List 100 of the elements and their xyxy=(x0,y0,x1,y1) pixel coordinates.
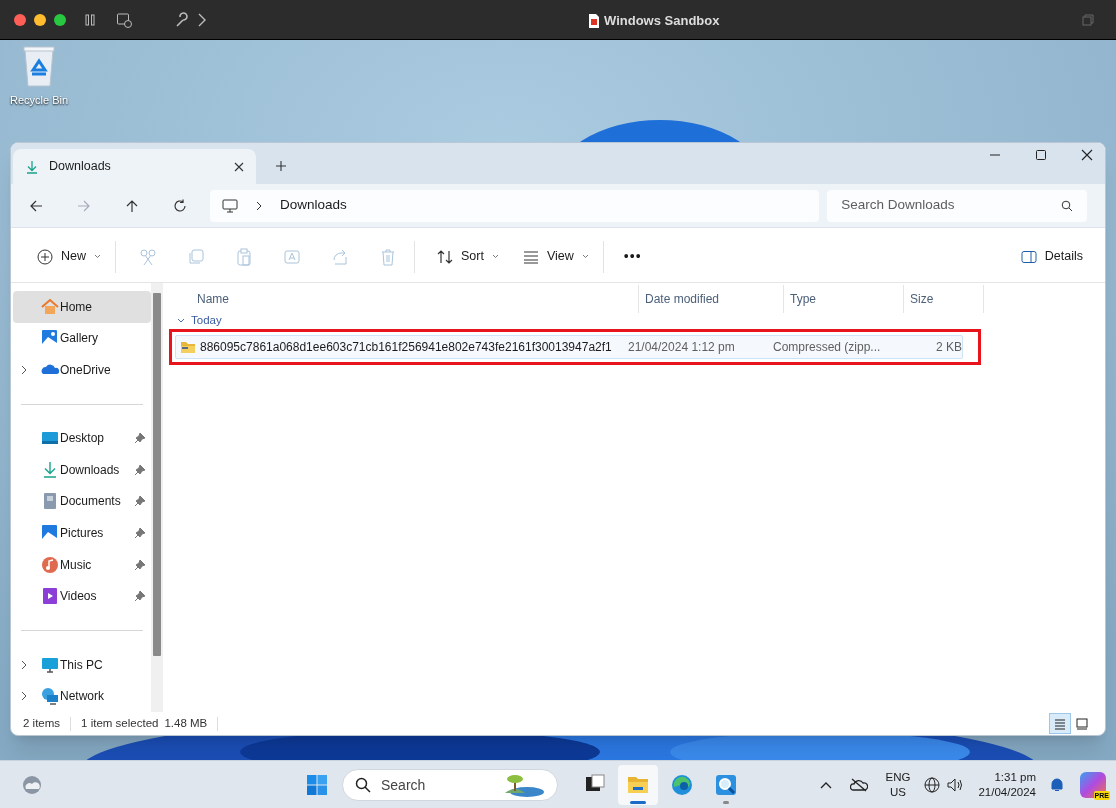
column-header[interactable]: Date modified xyxy=(638,285,783,313)
globe-icon[interactable] xyxy=(924,777,941,793)
column-header[interactable]: Name xyxy=(171,285,638,313)
copy-icon xyxy=(187,247,205,266)
recycle-bin-icon[interactable] xyxy=(21,44,57,88)
status-text: 1 item selected xyxy=(81,715,159,731)
minimize-button[interactable] xyxy=(34,13,46,26)
more-button[interactable]: ••• xyxy=(615,240,650,273)
menu-button[interactable]: View xyxy=(514,240,597,273)
close-button[interactable] xyxy=(14,13,26,26)
download-icon xyxy=(25,159,39,174)
address-bar[interactable]: Downloads xyxy=(210,189,820,222)
chevron-up-icon[interactable] xyxy=(819,781,832,789)
breadcrumb[interactable]: Downloads xyxy=(280,195,347,216)
zip-folder-icon xyxy=(180,340,196,354)
magnifier-icon xyxy=(715,774,737,796)
snapshot-icon[interactable] xyxy=(116,11,132,28)
tab-label: Downloads xyxy=(49,158,112,176)
sidebar-item[interactable]: Desktop xyxy=(13,422,151,455)
zoom-button[interactable] xyxy=(54,13,66,26)
chevron-icon[interactable] xyxy=(21,691,27,702)
search-field[interactable]: Search Downloads xyxy=(827,189,1087,222)
window-title: Windows Sandbox xyxy=(604,12,720,30)
delete-icon xyxy=(379,247,397,266)
sidebar-label: Videos xyxy=(60,588,98,606)
sidebar-label: Network xyxy=(60,688,105,706)
cloud-offline-icon[interactable] xyxy=(849,778,868,792)
scrollbar-thumb[interactable] xyxy=(153,293,161,656)
column-header[interactable]: Type xyxy=(783,285,903,313)
sidebar-label: OneDrive xyxy=(60,361,112,379)
sidebar-item[interactable]: Home xyxy=(13,291,151,323)
video-icon xyxy=(41,587,59,606)
status-text: 1.48 MB xyxy=(164,715,208,731)
caret-icon xyxy=(94,254,101,259)
column-header[interactable]: Size xyxy=(903,285,983,313)
list-icon xyxy=(522,248,539,265)
chevron-icon[interactable] xyxy=(21,659,27,670)
sidebar-label: Downloads xyxy=(60,461,121,479)
speaker-icon[interactable] xyxy=(946,777,965,793)
rename-icon xyxy=(283,247,301,266)
sidebar-item[interactable]: Music xyxy=(13,548,151,581)
menu-button[interactable]: New xyxy=(29,240,109,273)
refresh-icon[interactable] xyxy=(173,198,187,213)
computer-icon xyxy=(222,198,238,213)
gallery-icon xyxy=(41,329,59,348)
sidebar-item[interactable]: Videos xyxy=(13,580,151,612)
search-placeholder: Search Downloads xyxy=(841,196,955,215)
pause-icon[interactable] xyxy=(84,13,96,26)
cut-icon xyxy=(139,247,157,266)
file-row[interactable]: 886095c7861a068d1ee603c71cb161f256941e802e743fe2161f30013947a2f1 21/04/2024 1:12 pm Compressed (zipp... 2 KB xyxy=(175,335,963,359)
pin-icon xyxy=(135,528,145,539)
chevron-icon[interactable] xyxy=(21,364,27,375)
caret-icon xyxy=(581,254,589,259)
weather-icon[interactable] xyxy=(22,775,42,795)
sidebar-item[interactable]: Gallery xyxy=(13,322,151,355)
pin-icon xyxy=(135,559,145,570)
sidebar-label: Gallery xyxy=(60,330,99,348)
sort-icon xyxy=(437,248,453,265)
table-cell-text: 886095c7861a068d1ee603c71cb161f256941e802e743fe2161f30013947a2f1 xyxy=(200,339,612,356)
up-icon[interactable] xyxy=(125,198,139,213)
sidebar-item[interactable]: Network xyxy=(13,680,151,712)
search-icon xyxy=(355,777,371,793)
music-icon xyxy=(41,555,59,574)
home-icon xyxy=(41,297,59,316)
sidebar-item[interactable]: Documents xyxy=(13,485,151,518)
clock[interactable]: 1:31 pm 21/04/2024 xyxy=(978,770,1036,800)
document-icon xyxy=(588,12,600,29)
close-icon[interactable] xyxy=(1081,149,1093,161)
details-button[interactable]: Details xyxy=(1016,240,1087,273)
status-text: 2 items xyxy=(23,715,61,731)
pin-icon xyxy=(135,464,145,475)
browser-icon xyxy=(671,774,693,796)
sidebar-item[interactable]: Pictures xyxy=(13,517,151,549)
back-icon[interactable] xyxy=(29,198,43,213)
search-icon xyxy=(1061,199,1073,212)
search-field[interactable]: Search xyxy=(342,769,558,801)
list-icon xyxy=(1054,717,1066,730)
language-indicator[interactable]: ENG US xyxy=(885,770,911,800)
chevron-icon[interactable] xyxy=(177,318,185,324)
table-cell-text: 2 KB xyxy=(936,339,962,356)
menu-button[interactable]: Sort xyxy=(429,240,507,273)
new-tab-icon[interactable] xyxy=(275,160,287,172)
details-view-button[interactable] xyxy=(1049,713,1071,734)
sidebar-item[interactable]: OneDrive xyxy=(13,354,151,386)
table-cell-text: 21/04/2024 1:12 pm xyxy=(628,339,735,356)
tab[interactable]: Downloads xyxy=(13,149,256,184)
network-icon xyxy=(41,687,59,706)
tiles-icon xyxy=(1076,717,1088,730)
close-icon[interactable] xyxy=(234,161,244,172)
sidebar-item[interactable]: Downloads xyxy=(13,454,151,486)
group-header[interactable]: Today xyxy=(191,312,222,330)
chevron-icon[interactable] xyxy=(198,12,206,27)
start-icon[interactable] xyxy=(306,774,328,796)
details-pane-icon xyxy=(1020,249,1037,264)
sidebar-item[interactable]: This PC xyxy=(13,648,151,681)
sidebar-label: Pictures xyxy=(60,525,105,543)
maximize-icon[interactable] xyxy=(1035,149,1047,161)
pin-icon xyxy=(135,496,145,507)
bell-icon[interactable] xyxy=(1050,777,1064,793)
sidebar-label: Music xyxy=(60,556,93,574)
